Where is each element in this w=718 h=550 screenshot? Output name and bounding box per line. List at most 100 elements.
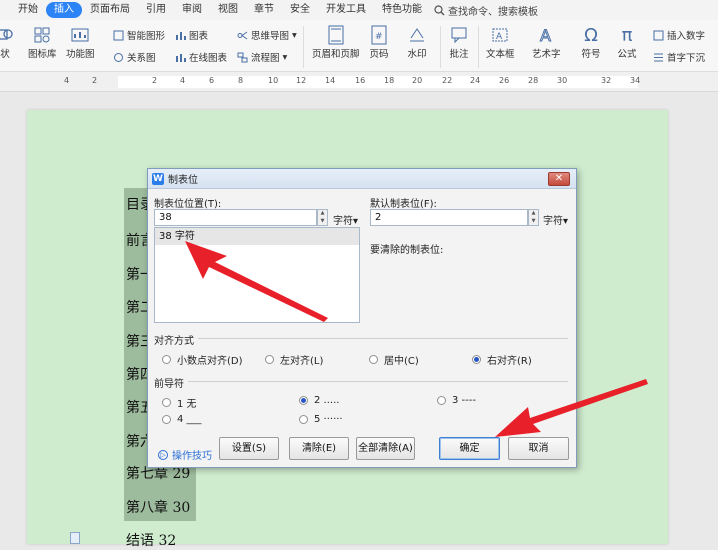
tab-position-input[interactable]: 38 bbox=[154, 209, 317, 226]
align-center-radio[interactable]: 居中(C) bbox=[369, 352, 419, 367]
insert-number-button[interactable]: 插入数字 bbox=[652, 28, 705, 42]
ruler-number: 20 bbox=[412, 76, 423, 85]
leader-middots-radio[interactable]: 5 ······ bbox=[299, 414, 343, 425]
ruler-number: 30 bbox=[557, 76, 568, 85]
clear-button[interactable]: 清除(E) bbox=[289, 437, 349, 460]
leader-underline-radio[interactable]: 4 ___ bbox=[162, 414, 202, 425]
textbox-icon: A bbox=[489, 24, 511, 46]
leader-dots-radio[interactable]: 2 ..... bbox=[299, 395, 339, 406]
header-footer-button[interactable]: 页眉和页脚 bbox=[312, 24, 360, 61]
tab-features[interactable]: 特色功能 bbox=[374, 2, 430, 18]
tab-positions-list[interactable]: 38 字符 bbox=[154, 227, 360, 323]
insert-ribbon: 状 图标库 功能图 智能图形 关系图 图表 在线图表 思维导图 ▾ 流程图 ▾ 页眉… bbox=[0, 20, 718, 72]
horizontal-ruler[interactable]: 4 2 2 4 6 8 10 12 14 16 18 20 22 24 26 28 30 32 34 bbox=[0, 72, 718, 92]
tab-position-unit-dropdown[interactable]: 字符▾ bbox=[333, 212, 358, 227]
tab-page-layout[interactable]: 页面布局 bbox=[82, 2, 138, 18]
default-tab-spinner[interactable]: ▲ ▼ bbox=[528, 209, 539, 226]
radio-dot-selected bbox=[472, 355, 481, 364]
ruler-number: 4 bbox=[64, 76, 70, 85]
symbol-button[interactable]: Ω 符号 bbox=[580, 24, 602, 61]
header-footer-icon bbox=[325, 24, 347, 46]
radio-dot bbox=[437, 396, 446, 405]
align-left-radio[interactable]: 左对齐(L) bbox=[265, 352, 323, 367]
wps-logo-icon: W bbox=[152, 172, 164, 185]
radio-dot bbox=[162, 398, 171, 407]
ruler-number: 8 bbox=[238, 76, 244, 85]
toc-line[interactable]: 结语 32 bbox=[126, 530, 176, 550]
align-decimal-radio[interactable]: 小数点对齐(D) bbox=[162, 352, 243, 367]
ruler-number: 14 bbox=[325, 76, 336, 85]
ribbon-tab-bar: 开始 插入 页面布局 引用 审阅 视图 章节 安全 开发工具 特色功能 查找命令… bbox=[0, 0, 718, 20]
tab-position-spinner[interactable]: ▲ ▼ bbox=[317, 209, 328, 226]
art-text-button[interactable]: A 艺术字 bbox=[532, 24, 561, 61]
ruler-number: 34 bbox=[630, 76, 641, 85]
leader-group-label: 前导符 bbox=[154, 379, 184, 390]
tab-home[interactable]: 开始 bbox=[10, 2, 46, 18]
toc-line[interactable]: 第八章 30 bbox=[126, 497, 190, 517]
group-divider bbox=[198, 338, 568, 339]
set-button[interactable]: 设置(S) bbox=[219, 437, 279, 460]
svg-text:A: A bbox=[540, 26, 551, 44]
ruler-number: 24 bbox=[470, 76, 481, 85]
ok-button[interactable]: 确定 bbox=[439, 437, 500, 460]
tips-link[interactable]: ▷ 操作技巧 bbox=[158, 447, 212, 462]
page-icon[interactable] bbox=[70, 532, 80, 544]
tab-references[interactable]: 引用 bbox=[138, 2, 174, 18]
dialog-titlebar[interactable]: W 制表位 ✕ bbox=[148, 169, 576, 189]
function-chart-icon bbox=[69, 24, 91, 46]
drop-cap-button[interactable]: 首字下沉 bbox=[652, 50, 705, 64]
function-chart-button[interactable]: 功能图 bbox=[66, 24, 95, 61]
ruler-number: 28 bbox=[528, 76, 539, 85]
textbox-button[interactable]: A 文本框 bbox=[486, 24, 515, 61]
online-chart-button[interactable]: 在线图表 bbox=[174, 50, 227, 64]
ruler-number: 18 bbox=[384, 76, 395, 85]
smart-shape-button[interactable]: 智能图形 bbox=[112, 28, 165, 42]
omega-icon: Ω bbox=[584, 24, 598, 46]
command-search[interactable]: 查找命令、搜索模板 bbox=[434, 3, 538, 18]
ribbon-divider bbox=[303, 26, 304, 68]
number-icon bbox=[652, 29, 664, 41]
tab-stops-dialog: W 制表位 ✕ 制表位位置(T): 38 ▲ ▼ 字符▾ 38 字符 默认制表位(… bbox=[147, 168, 577, 468]
ruler-number: 16 bbox=[355, 76, 366, 85]
drop-cap-icon bbox=[652, 51, 664, 63]
formula-button[interactable]: π 公式 bbox=[616, 24, 638, 61]
chevron-down-icon: ▾ bbox=[353, 216, 359, 227]
list-item[interactable]: 38 字符 bbox=[155, 228, 359, 245]
tab-developer[interactable]: 开发工具 bbox=[318, 2, 374, 18]
comment-button[interactable]: 批注 bbox=[448, 24, 470, 61]
tab-insert[interactable]: 插入 bbox=[46, 2, 82, 18]
search-label: 查找命令、搜索模板 bbox=[448, 6, 538, 18]
mind-map-button[interactable]: 思维导图 ▾ bbox=[236, 28, 297, 42]
page-number-button[interactable]: # 页码 bbox=[368, 24, 390, 61]
watermark-button[interactable]: 水印 bbox=[406, 24, 428, 61]
tab-review[interactable]: 审阅 bbox=[174, 2, 210, 18]
radio-dot bbox=[265, 355, 274, 364]
tab-view[interactable]: 视图 bbox=[210, 2, 246, 18]
leader-none-radio[interactable]: 1 无 bbox=[162, 395, 197, 410]
radio-dot bbox=[369, 355, 378, 364]
cancel-button[interactable]: 取消 bbox=[508, 437, 569, 460]
default-tab-input[interactable]: 2 bbox=[370, 209, 528, 226]
mind-map-icon bbox=[236, 29, 248, 41]
align-right-radio[interactable]: 右对齐(R) bbox=[472, 352, 532, 367]
tab-security[interactable]: 安全 bbox=[282, 2, 318, 18]
chart-button[interactable]: 图表 bbox=[174, 28, 208, 42]
ruler-number: 2 bbox=[92, 76, 98, 85]
dialog-title: 制表位 bbox=[168, 175, 198, 186]
watermark-icon bbox=[406, 24, 428, 46]
shape-button[interactable]: 状 bbox=[0, 24, 16, 61]
close-button[interactable]: ✕ bbox=[548, 172, 570, 186]
icon-library-button[interactable]: 图标库 bbox=[28, 24, 57, 61]
search-icon bbox=[434, 4, 445, 15]
svg-text:#: # bbox=[375, 32, 383, 42]
to-clear-label: 要清除的制表位: bbox=[370, 245, 444, 256]
radio-dot bbox=[299, 415, 308, 424]
leader-dashes-radio[interactable]: 3 ---- bbox=[437, 395, 476, 406]
relation-chart-button[interactable]: 关系图 bbox=[112, 50, 156, 64]
default-tab-unit-dropdown[interactable]: 字符▾ bbox=[543, 212, 568, 227]
tab-section[interactable]: 章节 bbox=[246, 2, 282, 18]
ruler-number: 2 bbox=[152, 76, 158, 85]
flowchart-button[interactable]: 流程图 ▾ bbox=[236, 50, 287, 64]
clear-all-button[interactable]: 全部清除(A) bbox=[356, 437, 415, 460]
default-tab-label: 默认制表位(F): bbox=[370, 199, 437, 210]
